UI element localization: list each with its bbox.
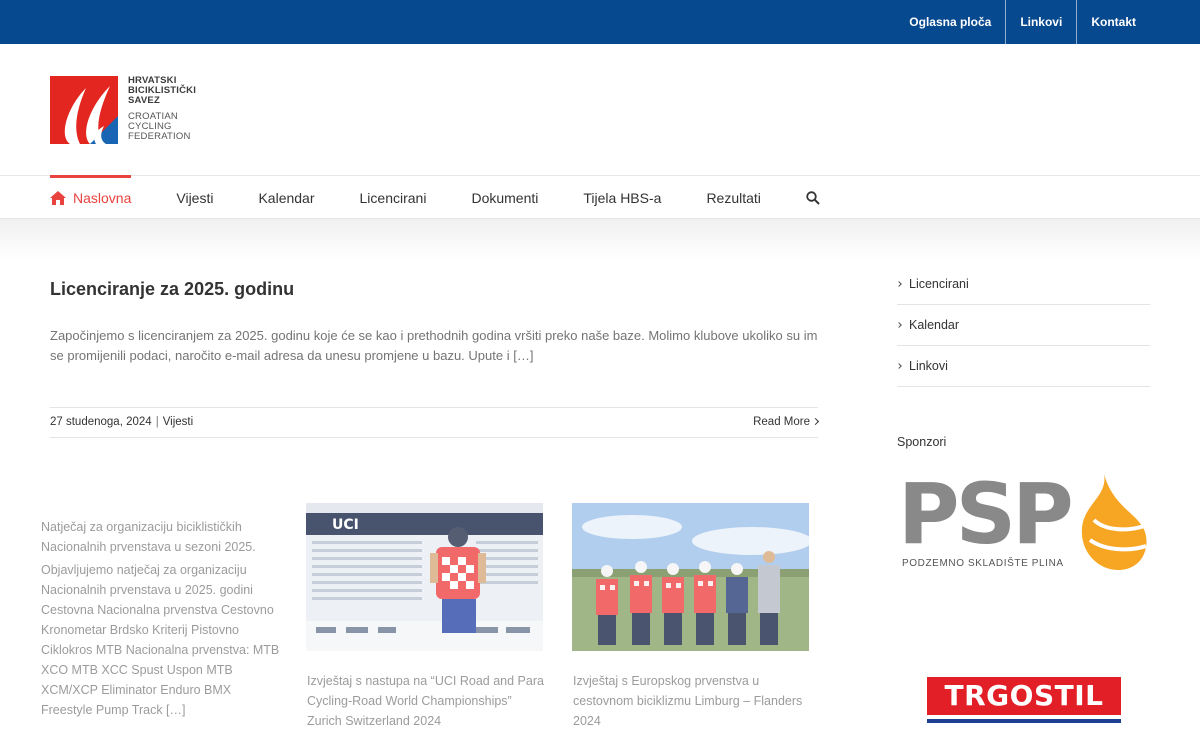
- nav-item-label: Rezultati: [706, 189, 761, 206]
- top-nav-kontakt[interactable]: Kontakt: [1076, 0, 1150, 44]
- top-bar: Oglasna ploča Linkovi Kontakt: [0, 0, 1200, 44]
- meta-separator: |: [155, 416, 159, 428]
- card-image-uci-championship[interactable]: UCI: [306, 503, 543, 651]
- nav-item-label: Naslovna: [73, 189, 132, 206]
- header-shadow: [0, 219, 1200, 259]
- cyclist-photo-icon: UCI: [306, 503, 543, 651]
- nav-item-vijesti[interactable]: Vijesti: [176, 176, 213, 219]
- post-meta: 27 studenoga, 2024 | Vijesti Read More: [50, 407, 820, 438]
- site-logo[interactable]: HRVATSKI BICIKLISTIČKI SAVEZ CROATIAN CY…: [50, 76, 220, 146]
- logo-line: SAVEZ: [128, 95, 160, 106]
- nav-item-naslovna[interactable]: Naslovna: [50, 175, 132, 219]
- card-title[interactable]: Izvještaj s nastupa na “UCI Road and Par…: [307, 671, 547, 731]
- team-photo-icon: [572, 503, 809, 651]
- nav-item-tijela-hbs[interactable]: Tijela HBS-a: [583, 176, 661, 219]
- sidebar-item-label: Linkovi: [909, 359, 948, 373]
- nav-item-dokumenti[interactable]: Dokumenti: [471, 176, 538, 219]
- sponsor-trgostil-logo[interactable]: TRGOSTIL: [927, 677, 1121, 723]
- card-excerpt: Objavljujemo natječaj za organizaciju Na…: [41, 563, 280, 717]
- nav-item-rezultati[interactable]: Rezultati: [706, 176, 760, 219]
- chevron-right-icon: [896, 322, 902, 328]
- search-icon: [806, 190, 820, 205]
- sidebar-item-kalendar[interactable]: Kalendar: [896, 305, 1150, 346]
- logo-line: FEDERATION: [128, 131, 191, 142]
- chevron-right-icon: [896, 363, 902, 369]
- sidebar-item-linkovi[interactable]: Linkovi: [896, 346, 1150, 387]
- card-title[interactable]: Natječaj za organizaciju biciklističkih …: [41, 517, 271, 557]
- hbs-logo-mark-icon: [50, 76, 118, 144]
- sidebar-item-licencirani[interactable]: Licencirani: [896, 264, 1150, 305]
- logo-text: HRVATSKI BICIKLISTIČKI SAVEZ CROATIAN CY…: [128, 76, 196, 142]
- post-title[interactable]: Licenciranje za 2025. godinu: [50, 279, 294, 300]
- nav-item-label: Dokumenti: [471, 189, 539, 206]
- card-image-european-championship[interactable]: [572, 503, 809, 651]
- card-title[interactable]: Izvještaj s Europskog prvenstva u cestov…: [573, 671, 813, 731]
- psp-logo-word: PSP: [898, 465, 1074, 563]
- chevron-right-icon: [811, 417, 820, 426]
- trgostil-blue-strip: [927, 719, 1121, 723]
- top-nav: Oglasna ploča Linkovi Kontakt: [895, 0, 1150, 44]
- home-icon: [50, 190, 66, 205]
- sponsors-heading: Sponzori: [897, 435, 947, 449]
- nav-item-label: Kalendar: [258, 189, 315, 206]
- post-category-link[interactable]: Vijesti: [163, 416, 193, 428]
- main-nav: Naslovna Vijesti Kalendar Licencirani Do…: [0, 175, 1200, 219]
- sidebar-item-label: Kalendar: [909, 318, 960, 332]
- nav-item-label: Licencirani: [359, 189, 427, 206]
- search-button[interactable]: [806, 176, 820, 219]
- nav-item-kalendar[interactable]: Kalendar: [258, 176, 314, 219]
- uci-banner-text: UCI: [332, 517, 359, 533]
- chevron-right-icon: [896, 281, 902, 287]
- post-excerpt: Započinjemo s licenciranjem za 2025. god…: [50, 328, 818, 363]
- nav-item-licencirani[interactable]: Licencirani: [360, 176, 427, 219]
- read-more-label: Read More: [753, 416, 810, 428]
- psp-logo-subtitle: PODZEMNO SKLADIŠTE PLINA: [902, 558, 1064, 569]
- post-date: 27 studenoga, 2024: [50, 416, 152, 428]
- top-nav-linkovi[interactable]: Linkovi: [1005, 0, 1076, 44]
- trgostil-logo-word: TRGOSTIL: [944, 679, 1104, 712]
- sidebar-item-label: Licencirani: [909, 277, 969, 291]
- top-nav-oglasna-ploca[interactable]: Oglasna ploča: [895, 0, 1005, 44]
- sidebar-links: Licencirani Kalendar Linkovi: [896, 264, 1150, 387]
- nav-item-label: Vijesti: [176, 189, 214, 206]
- flame-icon: [1081, 474, 1147, 570]
- nav-item-label: Tijela HBS-a: [583, 189, 662, 206]
- read-more-link[interactable]: Read More: [753, 416, 820, 428]
- sponsor-psp-logo[interactable]: PSP PODZEMNO SKLADIŠTE PLINA: [898, 472, 1150, 572]
